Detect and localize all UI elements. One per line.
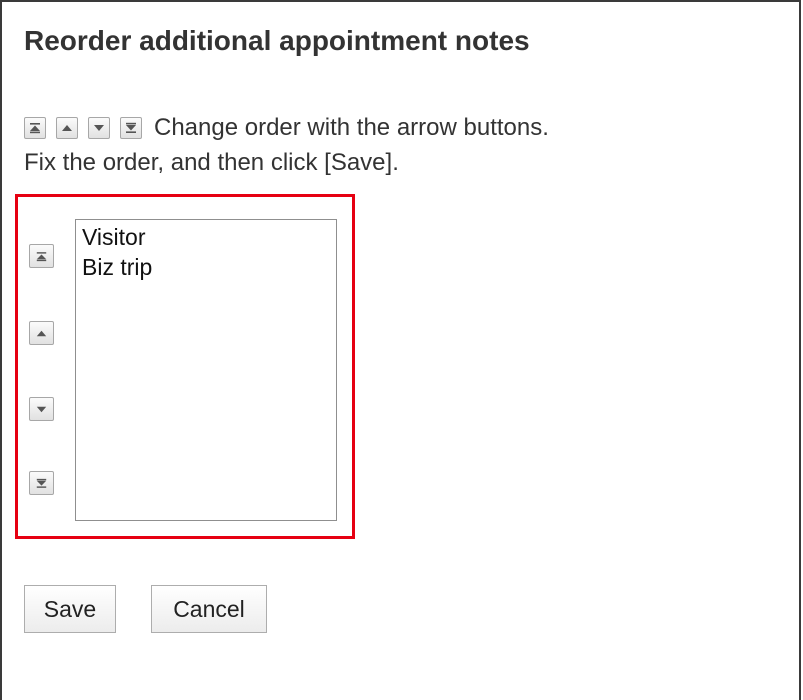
move-to-bottom-icon [120, 116, 142, 139]
move-up-icon [36, 330, 47, 336]
cancel-button[interactable]: Cancel [151, 585, 267, 633]
move-to-top-button[interactable] [29, 244, 54, 268]
instruction-line-1: Change order with the arrow buttons. [24, 110, 549, 145]
move-to-top-icon [24, 116, 46, 139]
order-listbox[interactable]: Visitor Biz trip [75, 219, 337, 521]
move-down-icon [36, 406, 47, 412]
list-item[interactable]: Visitor [82, 222, 330, 252]
move-to-bottom-button[interactable] [29, 471, 54, 495]
move-down-button[interactable] [29, 397, 54, 421]
move-down-icon [88, 116, 110, 139]
instructions: Change order with the arrow buttons. Fix… [24, 110, 549, 180]
list-item[interactable]: Biz trip [82, 252, 330, 282]
save-button[interactable]: Save [24, 585, 116, 633]
move-up-button[interactable] [29, 321, 54, 345]
instruction-line-2: Fix the order, and then click [Save]. [24, 145, 549, 180]
move-up-icon [56, 116, 78, 139]
instruction-text-2: Fix the order, and then click [Save]. [24, 149, 399, 176]
move-to-bottom-icon [36, 478, 47, 488]
instruction-text-1: Change order with the arrow buttons. [154, 114, 549, 141]
page-title: Reorder additional appointment notes [24, 25, 530, 56]
move-to-top-icon [36, 251, 47, 261]
